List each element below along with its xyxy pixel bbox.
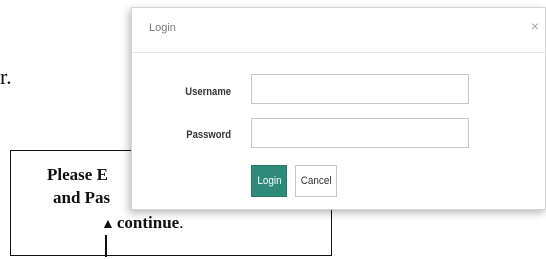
login-button[interactable]: Login [251, 165, 287, 197]
dialog-header: Login × [132, 8, 545, 53]
login-dialog: Login × Username Password Login Cancel [131, 7, 546, 210]
background-text-fragment: r. [0, 64, 12, 89]
callout-line-3: ▲ continue. [101, 213, 183, 233]
cancel-button-label: Cancel [300, 175, 332, 187]
callout-line-2: and Pas [53, 188, 111, 207]
username-input[interactable] [251, 74, 469, 104]
arrow-up-icon: ▲ [101, 217, 115, 232]
username-label: Username [185, 86, 231, 98]
callout-continue-text: continue [116, 213, 180, 232]
callout-line-1: Please E [47, 165, 108, 184]
dialog-title: Login [149, 22, 176, 34]
password-input[interactable] [251, 118, 469, 148]
arrow-stem [105, 235, 107, 257]
close-icon[interactable]: × [531, 18, 539, 34]
password-label: Password [186, 129, 231, 141]
login-button-label: Login [256, 175, 282, 187]
callout-period: . [179, 213, 184, 232]
cancel-button[interactable]: Cancel [295, 165, 337, 197]
